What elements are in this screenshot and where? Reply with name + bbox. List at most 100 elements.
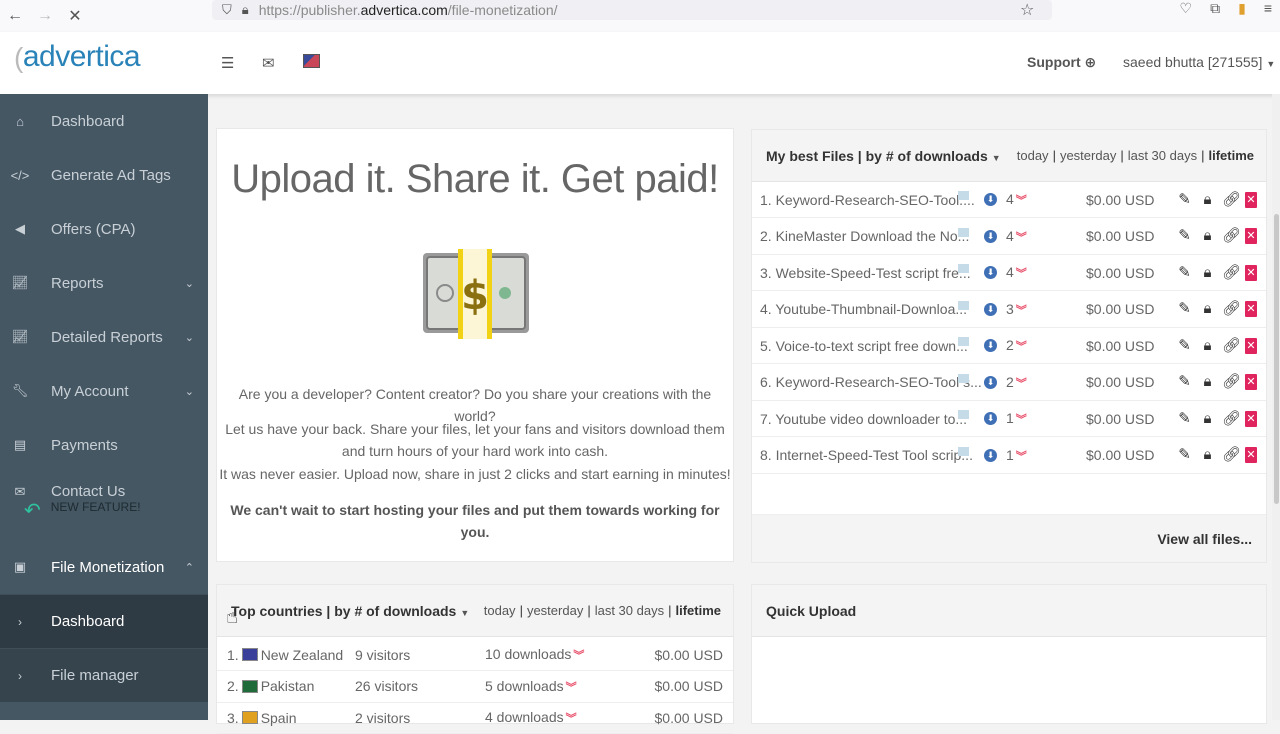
delete-icon[interactable]: ✕ [1245, 264, 1257, 281]
download-count: 4 ︾ [1006, 264, 1027, 280]
lock-icon[interactable]: 🔒︎ [1199, 191, 1216, 209]
period-lifetime[interactable]: lifetime [1208, 148, 1254, 163]
sidebar-item-reports[interactable]: 📈︎ Reports ⌄ [0, 256, 208, 310]
sidebar-toggle-icon[interactable]: ☰ [221, 54, 234, 72]
file-earnings: $0.00 USD [1086, 337, 1155, 354]
chevron-right-icon: › [18, 668, 22, 683]
address-bar[interactable]: ⛉ 🔒︎ https://publisher.advertica.com/fil… [212, 0, 1052, 20]
sidebar-subitem-file-manager[interactable]: › File manager [0, 648, 208, 702]
lock-icon[interactable]: 🔒︎ [1199, 227, 1216, 245]
file-earnings: $0.00 USD [1086, 264, 1155, 281]
country-flag-icon [241, 648, 258, 661]
menu-icon[interactable]: ≡ [1264, 0, 1272, 17]
link-icon[interactable]: 🔗︎ [1222, 373, 1241, 391]
view-all-files-link[interactable]: View all files... [1157, 531, 1252, 547]
link-icon[interactable]: 🔗︎ [1222, 446, 1241, 464]
link-icon[interactable]: 🔗︎ [1222, 264, 1241, 282]
delete-icon[interactable]: ✕ [1245, 410, 1257, 427]
period-yesterday[interactable]: yesterday [1060, 148, 1116, 163]
edit-pencil-icon[interactable]: ✎ [1176, 446, 1193, 464]
user-menu[interactable]: saeed bhutta [271555] ▼ [1123, 54, 1275, 70]
mail-icon[interactable]: ✉ [262, 54, 275, 72]
edit-pencil-icon[interactable]: ✎ [1176, 227, 1193, 245]
period-last-30-days[interactable]: last 30 days [1128, 148, 1197, 163]
delete-icon[interactable]: ✕ [1245, 337, 1257, 354]
delete-icon[interactable]: ✕ [1245, 374, 1257, 390]
file-name-link[interactable]: 4. Youtube-Thumbnail-Downloa... [760, 301, 967, 317]
delete-icon[interactable]: ✕ [1245, 301, 1257, 317]
file-name-link[interactable]: 7. Youtube video downloader to... [760, 411, 967, 427]
page-scrollbar[interactable] [1272, 94, 1280, 720]
sidebar-item-payments[interactable]: ▤ Payments [0, 418, 208, 472]
lock-icon[interactable]: 🔒︎ [1199, 300, 1216, 318]
back-button[interactable]: ← [0, 7, 30, 25]
link-icon[interactable]: 🔗︎ [1222, 337, 1241, 355]
file-name-link[interactable]: 8. Internet-Speed-Test Tool scrip... [760, 447, 973, 463]
edit-pencil-icon[interactable]: ✎ [1176, 300, 1193, 318]
period-yesterday[interactable]: yesterday [527, 603, 583, 618]
file-name-link[interactable]: 1. Keyword-Research-SEO-Tool.... [760, 192, 975, 208]
language-flag-icon[interactable] [303, 54, 320, 68]
scrollbar-thumb[interactable] [1274, 214, 1279, 504]
edit-pencil-icon[interactable]: ✎ [1176, 337, 1193, 355]
sidebar-item-detailed-reports[interactable]: 📈︎ Detailed Reports ⌄ [0, 310, 208, 364]
delete-icon[interactable]: ✕ [1245, 228, 1257, 244]
logo[interactable]: ( advertica [14, 40, 141, 74]
bookmark-star-icon[interactable]: ☆ [1020, 0, 1034, 20]
file-name-link[interactable]: 5. Voice-to-text script free down... [760, 338, 968, 354]
lock-icon[interactable]: 🔒︎ [1199, 410, 1216, 428]
sidebar-subitem-dashboard[interactable]: › Dashboard [0, 594, 208, 648]
period-today[interactable]: today [484, 603, 516, 618]
link-icon[interactable]: 🔗︎ [1222, 227, 1241, 245]
link-icon[interactable]: 🔗︎ [1222, 191, 1241, 209]
chevron-down-icon: ⌄ [184, 385, 194, 398]
support-link[interactable]: Support ⊕ [1027, 54, 1096, 71]
hero-card: Upload it. Share it. Get paid! $ Are you… [216, 128, 734, 562]
extension-lock-icon[interactable]: ▮ [1238, 0, 1246, 17]
sidebar-item-my-account[interactable]: 🔧︎ My Account ⌄ [0, 364, 208, 418]
download-icon: ⬇ [984, 193, 997, 206]
period-lifetime[interactable]: lifetime [675, 603, 721, 618]
link-icon[interactable]: 🔗︎ [1222, 300, 1241, 318]
period-last-30-days[interactable]: last 30 days [595, 603, 664, 618]
country-row: 1. New Zealand 9 visitors 10 downloads ︾ $… [217, 639, 733, 671]
sidebar-item-generate-ad-tags[interactable]: </> Generate Ad Tags [0, 148, 208, 202]
file-name-link[interactable]: 3. Website-Speed-Test script fre... [760, 265, 971, 281]
file-row: 8. Internet-Speed-Test Tool scrip... ⬇ 1… [752, 438, 1266, 474]
sidebar-item-contact-us[interactable]: ✉ Contact Us [0, 472, 208, 500]
extensions-icon[interactable]: ⧉ [1210, 0, 1220, 17]
stop-loading-button[interactable]: ✕ [60, 6, 90, 26]
sidebar-item-offers[interactable]: ◀ Offers (CPA) [0, 202, 208, 256]
edit-pencil-icon[interactable]: ✎ [1176, 373, 1193, 391]
country-downloads: 10 downloads ︾ [485, 646, 585, 662]
curved-arrow-icon: ↶ [24, 500, 41, 522]
delete-icon[interactable]: ✕ [1245, 447, 1257, 463]
edit-pencil-icon[interactable]: ✎ [1176, 410, 1193, 428]
lock-icon[interactable]: 🔒︎ [1199, 373, 1216, 391]
link-icon[interactable]: 🔗︎ [1222, 410, 1241, 428]
sidebar-item-file-monetization[interactable]: ▣ File Monetization ⌃ [0, 540, 208, 594]
country-earnings: $0.00 USD [654, 709, 723, 726]
sidebar-item-dashboard[interactable]: ⌂ Dashboard [0, 94, 208, 148]
top-countries-title[interactable]: Top countries | by # of downloads ▼ [231, 603, 469, 619]
file-thumbnail-icon [958, 227, 969, 237]
file-name-link[interactable]: 2. KineMaster Download the No... [760, 228, 969, 244]
file-name-link[interactable]: 6. Keyword-Research-SEO-Tool s... [760, 374, 982, 390]
delete-icon[interactable]: ✕ [1245, 191, 1257, 208]
lock-icon[interactable]: 🔒︎ [1199, 264, 1216, 282]
forward-button[interactable]: → [30, 7, 60, 25]
download-icon: ⬇ [984, 266, 997, 279]
download-icon: ⬇ [984, 229, 997, 243]
period-today[interactable]: today [1017, 148, 1049, 163]
chevron-up-icon: ⌃ [184, 561, 194, 574]
browser-toolbar: ← → ✕ ⛉ 🔒︎ https://publisher.advertica.c… [0, 0, 1280, 32]
edit-pencil-icon[interactable]: ✎ [1176, 264, 1193, 282]
pocket-icon[interactable]: ♡ [1180, 0, 1193, 17]
wrench-icon: 🔧︎ [11, 383, 29, 398]
hand-cursor-icon: ☝ [226, 606, 239, 628]
edit-pencil-icon[interactable]: ✎ [1176, 191, 1193, 209]
best-files-title[interactable]: My best Files | by # of downloads ▼ [766, 148, 1001, 164]
lock-icon[interactable]: 🔒︎ [1199, 337, 1216, 355]
hero-easy: It was never easier. Upload now, share i… [219, 466, 731, 482]
lock-icon[interactable]: 🔒︎ [1199, 446, 1216, 464]
